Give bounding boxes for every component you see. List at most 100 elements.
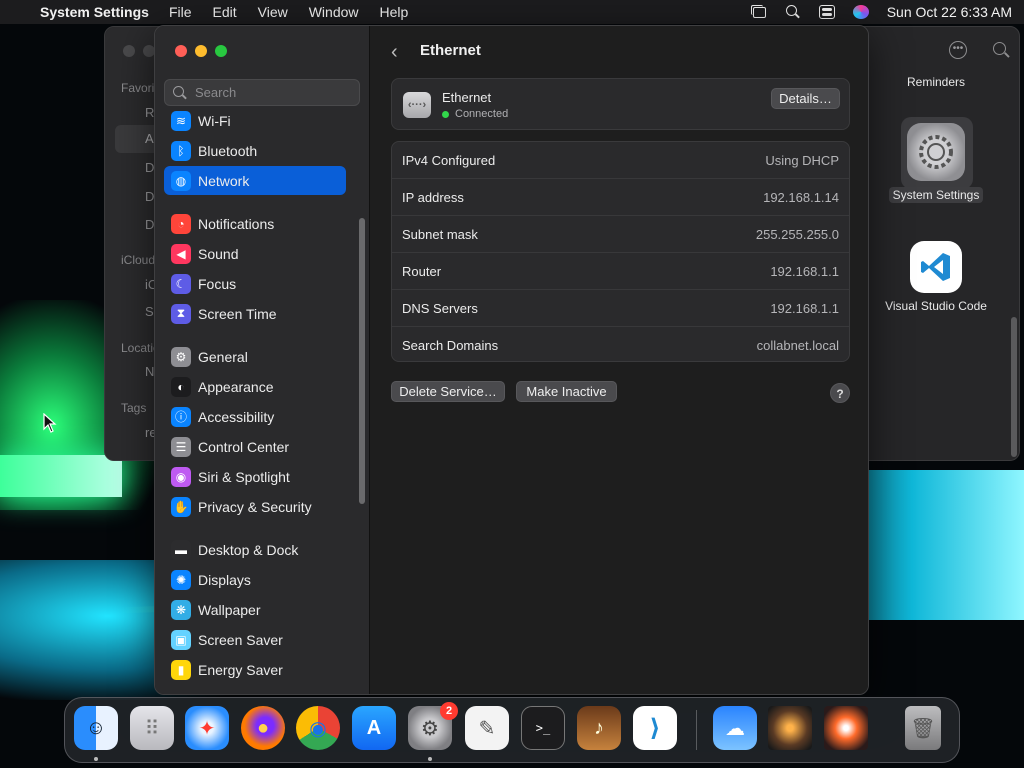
sidebar-item-label: Energy Saver <box>198 661 283 678</box>
finder-scrollbar[interactable] <box>1011 317 1017 457</box>
running-indicator <box>94 757 98 761</box>
accessibility-icon: ⓘ <box>171 406 191 427</box>
sidebar-item-energy-saver[interactable]: ▮ Energy Saver <box>164 655 346 684</box>
finder-item-label: Visual Studio Code <box>885 299 987 313</box>
sidebar-item-screen-time[interactable]: ⧗ Screen Time <box>164 299 346 328</box>
finder-item-vscode[interactable]: Visual Studio Code <box>881 241 991 313</box>
finder-sidebar-row[interactable]: D <box>145 160 154 175</box>
info-row: Search Domains collabnet.local <box>392 327 849 364</box>
screensaver-icon: ▣ <box>171 629 191 650</box>
finder-sidebar-row[interactable]: S <box>145 304 154 319</box>
help-button[interactable]: ? <box>830 383 850 403</box>
speaker-icon: ◀ <box>171 243 191 264</box>
dock-launchpad-icon[interactable]: ⠿ <box>130 706 174 750</box>
finder-sidebar-row[interactable]: D <box>145 217 154 232</box>
dock: ☺ ⠿ ✦ ● ◉ A ⚙ 2 ✎ >_ ♪ ⟩ ☁ 🗑 <box>64 697 960 763</box>
finder-sidebar-row[interactable]: N <box>145 364 154 379</box>
sidebar-item-wi-fi[interactable]: ≋ Wi-Fi <box>164 106 346 135</box>
menu-window[interactable]: Window <box>309 4 359 20</box>
window-controls <box>175 45 227 57</box>
menubar: System Settings File Edit View Window He… <box>0 0 1024 24</box>
info-key: IP address <box>402 189 464 205</box>
sidebar-item-notifications[interactable]: ◔ Notifications <box>164 209 346 238</box>
service-card: ‹···› Ethernet Connected Details… <box>391 78 850 130</box>
dock-garageband-icon[interactable]: ♪ <box>577 706 621 750</box>
sidebar-item-focus[interactable]: ☾ Focus <box>164 269 346 298</box>
screen-mirroring-icon[interactable] <box>750 5 767 19</box>
info-value: collabnet.local <box>756 338 839 353</box>
delete-service-button[interactable]: Delete Service… <box>391 381 505 402</box>
dock-icon: ▬ <box>171 539 191 560</box>
sidebar-item-privacy-security[interactable]: ✋ Privacy & Security <box>164 492 346 521</box>
menu-help[interactable]: Help <box>380 4 409 20</box>
dock-safari-icon[interactable]: ✦ <box>185 706 229 750</box>
dock-app-store-icon[interactable]: A <box>352 706 396 750</box>
page-title: Ethernet <box>420 42 481 59</box>
sidebar-item-displays[interactable]: ✺ Displays <box>164 565 346 594</box>
dock-photo-1-icon[interactable] <box>768 706 812 750</box>
more-options-icon[interactable]: ••• <box>949 41 967 59</box>
search-input[interactable] <box>195 85 345 100</box>
sidebar-item-general[interactable]: ⚙ General <box>164 342 346 371</box>
sidebar-search[interactable] <box>164 79 360 106</box>
sidebar-item-label: Appearance <box>198 378 274 395</box>
search-icon <box>173 85 187 100</box>
sidebar-item-siri-spotlight[interactable]: ◉ Siri & Spotlight <box>164 462 346 491</box>
sidebar-item-screen-saver[interactable]: ▣ Screen Saver <box>164 625 346 654</box>
zoom-icon[interactable] <box>215 45 227 57</box>
back-chevron-icon[interactable]: ‹ <box>391 41 398 64</box>
finder-item-label: System Settings <box>888 187 984 203</box>
dock-photo-2-icon[interactable] <box>824 706 868 750</box>
finder-search-icon[interactable] <box>993 42 1009 58</box>
sidebar-item-accessibility[interactable]: ⓘ Accessibility <box>164 402 346 431</box>
make-inactive-button[interactable]: Make Inactive <box>516 381 617 402</box>
sidebar-item-network[interactable]: ◍ Network <box>164 166 346 195</box>
spotlight-icon[interactable] <box>785 5 801 19</box>
status-text: Connected <box>455 108 509 120</box>
sidebar-item-label: Wi-Fi <box>198 112 231 129</box>
minimize-icon[interactable] <box>195 45 207 57</box>
dock-weather-icon[interactable]: ☁ <box>713 706 757 750</box>
wallpaper-light-bar <box>0 455 122 497</box>
finder-item-reminders[interactable]: Reminders <box>881 75 991 89</box>
ethernet-icon: ‹···› <box>403 92 431 118</box>
sidebar-item-wallpaper[interactable]: ❋ Wallpaper <box>164 595 346 624</box>
finder-toolbar: ••• <box>949 41 1009 59</box>
dock-firefox-icon[interactable]: ● <box>241 706 285 750</box>
close-icon[interactable] <box>175 45 187 57</box>
dock-textedit-icon[interactable]: ✎ <box>465 706 509 750</box>
sidebar-item-label: Accessibility <box>198 408 275 425</box>
sidebar-item-appearance[interactable]: ◐ Appearance <box>164 372 346 401</box>
dock-chrome-icon[interactable]: ◉ <box>296 706 340 750</box>
info-row: Router 192.168.1.1 <box>392 253 849 290</box>
sidebar-item-desktop-dock[interactable]: ▬ Desktop & Dock <box>164 535 346 564</box>
info-value: 255.255.255.0 <box>755 226 839 242</box>
finder-sidebar-row[interactable]: R <box>145 105 154 120</box>
bell-icon: ◔ <box>171 213 191 234</box>
control-center-icon[interactable] <box>818 5 835 19</box>
siri-icon[interactable] <box>852 5 869 19</box>
details-button[interactable]: Details… <box>771 88 840 109</box>
menubar-clock[interactable]: Sun Oct 22 6:33 AM <box>887 4 1012 20</box>
menu-edit[interactable]: Edit <box>213 4 237 20</box>
info-key: DNS Servers <box>402 300 478 316</box>
menu-file[interactable]: File <box>169 4 192 20</box>
finder-sidebar-row[interactable]: A <box>145 131 154 146</box>
sun-icon: ✺ <box>171 569 191 590</box>
dock-finder-icon[interactable]: ☺ <box>74 706 118 750</box>
network-info-card: IPv4 Configured Using DHCP IP address 192.1… <box>391 141 850 362</box>
sidebar-item-label: Notifications <box>198 215 275 232</box>
dock-trash-icon[interactable]: 🗑 <box>905 706 941 750</box>
menu-view[interactable]: View <box>258 4 288 20</box>
dock-vscode-icon[interactable]: ⟩ <box>633 706 677 750</box>
sidebar-item-label: Siri & Spotlight <box>198 468 290 485</box>
appearance-icon: ◐ <box>171 376 191 397</box>
sidebar-scrollbar[interactable] <box>359 218 365 504</box>
app-menu[interactable]: System Settings <box>40 4 149 20</box>
dock-terminal-icon[interactable]: >_ <box>521 706 565 750</box>
sidebar-item-sound[interactable]: ◀ Sound <box>164 239 346 268</box>
finder-item-system-settings[interactable]: System Settings <box>881 123 991 203</box>
sidebar-item-bluetooth[interactable]: ᛒ Bluetooth <box>164 136 346 165</box>
sidebar-item-control-center[interactable]: ☰ Control Center <box>164 432 346 461</box>
finder-sidebar-row[interactable]: D <box>145 189 154 204</box>
